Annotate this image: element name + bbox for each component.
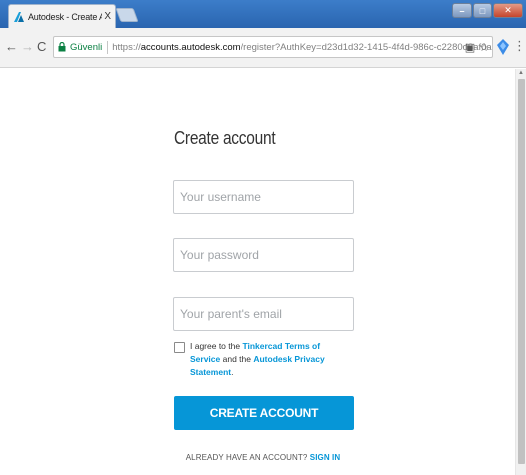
sign-in-link[interactable]: SIGN IN xyxy=(310,453,340,462)
back-arrow-icon[interactable]: ← xyxy=(5,39,18,55)
browser-toolbar: ← → C Güvenli https:// accounts.autodesk… xyxy=(0,28,526,68)
close-window-button[interactable]: ✕ xyxy=(493,3,523,18)
address-separator xyxy=(107,40,109,54)
kebab-menu-icon[interactable]: ⋮ xyxy=(513,38,526,54)
tab-close-icon[interactable]: X xyxy=(104,11,111,22)
parent-email-input[interactable] xyxy=(173,297,354,331)
url-host: accounts.autodesk.com xyxy=(140,41,241,53)
already-have-account: ALREADY HAVE AN ACCOUNT? SIGN IN xyxy=(0,453,526,462)
username-input[interactable] xyxy=(173,180,354,214)
new-tab-button[interactable] xyxy=(115,8,139,22)
browser-tab[interactable]: Autodesk - Create Accou X xyxy=(8,4,116,28)
extension-icon[interactable] xyxy=(497,39,509,55)
agree-middle: and the xyxy=(220,354,254,364)
url-path: /register?AuthKey=d23d1d32-1415-4f4d-986… xyxy=(240,41,492,53)
page-viewport: Create account I agree to the Tinkercad … xyxy=(0,69,515,475)
secure-label: Güvenli xyxy=(70,41,103,53)
address-bar[interactable]: Güvenli https:// accounts.autodesk.com /… xyxy=(53,36,493,58)
window-titlebar: Autodesk - Create Accou X – □ ✕ xyxy=(0,0,526,28)
scroll-up-icon[interactable]: ▲ xyxy=(518,70,524,76)
tab-title: Autodesk - Create Accou xyxy=(28,11,102,22)
autodesk-logo-icon xyxy=(14,11,24,22)
reload-icon[interactable]: C xyxy=(37,39,46,55)
forward-arrow-icon[interactable]: → xyxy=(21,39,34,55)
agree-prefix: I agree to the xyxy=(190,341,243,351)
minimize-button[interactable]: – xyxy=(452,3,472,18)
url-scheme: https:// xyxy=(112,41,141,53)
already-text: ALREADY HAVE AN ACCOUNT? xyxy=(185,453,308,462)
maximize-button[interactable]: □ xyxy=(473,3,492,18)
vertical-scrollbar[interactable]: ▲ xyxy=(515,69,526,475)
agree-suffix: . xyxy=(231,367,234,377)
page-title: Create account xyxy=(174,128,276,148)
star-icon[interactable]: ☆ xyxy=(479,41,489,54)
address-actions: ▣ ☆ xyxy=(465,41,489,54)
lock-icon xyxy=(58,42,66,52)
translate-icon[interactable]: ▣ xyxy=(465,41,475,54)
agree-terms-text: I agree to the Tinkercad Terms of Servic… xyxy=(190,340,350,379)
scrollbar-thumb[interactable] xyxy=(518,79,525,464)
agree-terms-checkbox[interactable] xyxy=(174,342,185,353)
password-input[interactable] xyxy=(173,238,354,272)
create-account-button[interactable]: CREATE ACCOUNT xyxy=(174,396,354,430)
